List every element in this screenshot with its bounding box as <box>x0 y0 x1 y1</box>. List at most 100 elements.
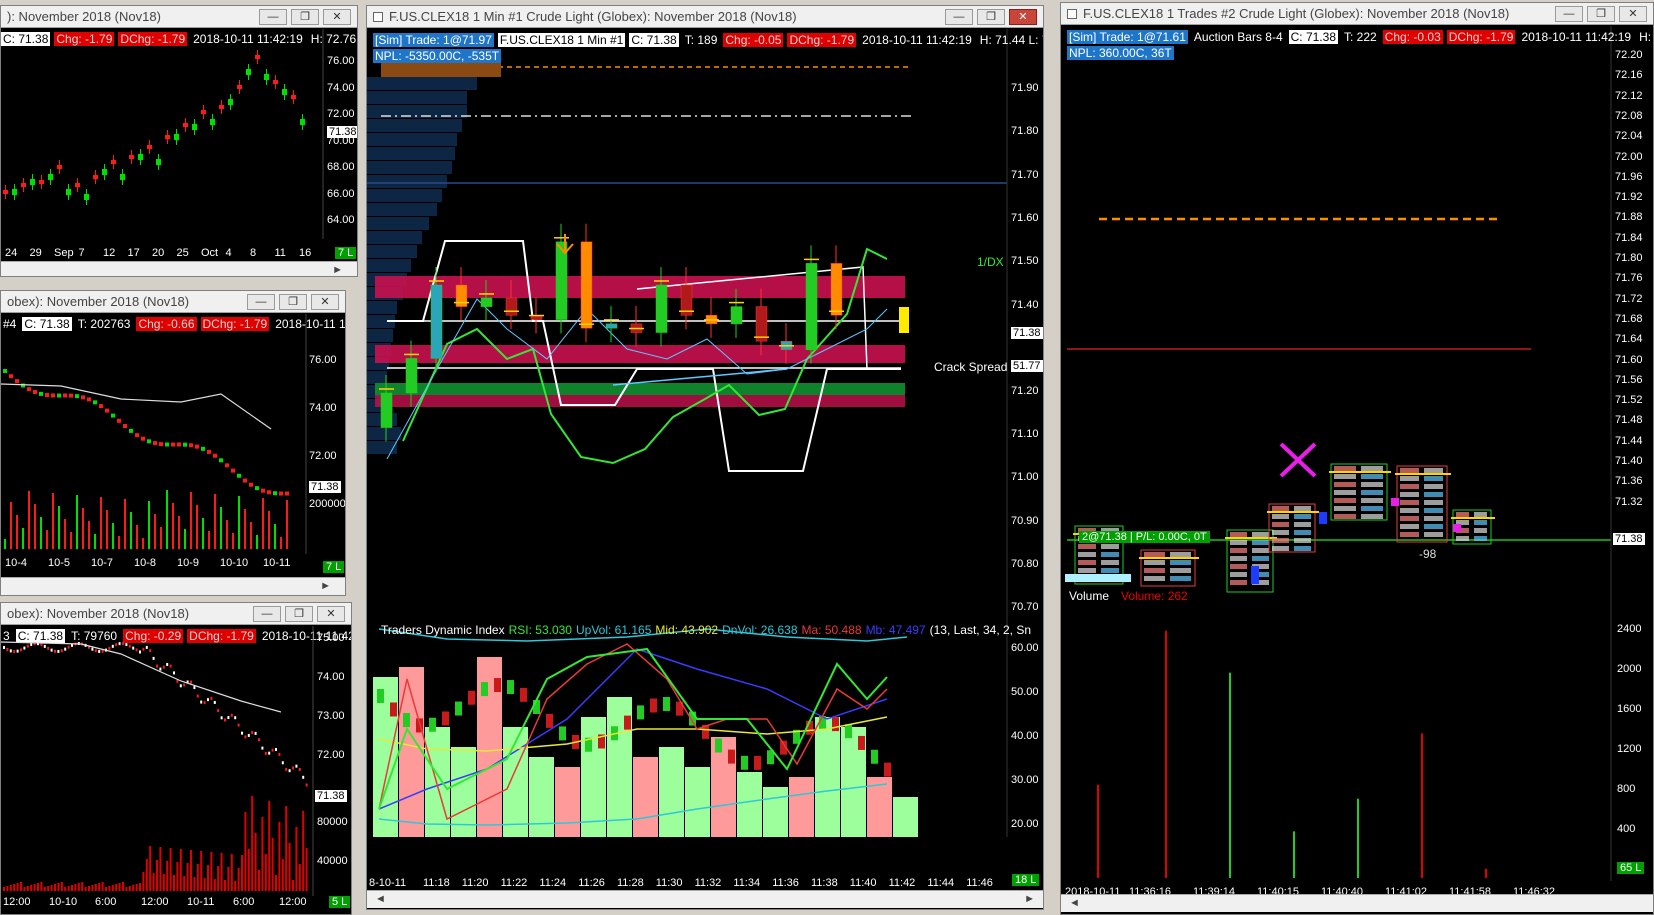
x-axis-tick: 10-5 <box>48 557 71 569</box>
close-button[interactable]: ✕ <box>323 8 351 25</box>
candle-body <box>275 748 277 752</box>
auction-bars-window[interactable]: F.US.CLEX18 1 Trades #2 Crude Light (Glo… <box>1060 2 1654 915</box>
auction-bars-chart-area[interactable]: [Sim] Trade: 1@71.61 Auction Bars 8-4 C:… <box>1061 26 1653 914</box>
daily-chart-window[interactable]: ): November 2018 (Nov18) — ❐ ✕ C: 71.38 … <box>0 5 358 277</box>
volume-bar <box>179 849 182 891</box>
footprint-cell <box>1230 556 1247 561</box>
tdi-histogram-bar <box>451 747 476 837</box>
one-minute-chart-area[interactable]: [Sim] Trade: 1@71.97 F.US.CLEX18 1 Min #… <box>367 29 1043 909</box>
close-button[interactable]: ✕ <box>1009 8 1037 25</box>
tdi-candle <box>546 713 553 728</box>
auction-bars-chart <box>1065 26 1612 881</box>
scroll-right-icon[interactable]: ► <box>320 580 331 592</box>
y-axis-tick: 80000 <box>317 816 348 828</box>
close-value: C: 71.38 <box>1288 30 1338 44</box>
candle-body <box>165 442 169 447</box>
dx-label: 1/DX <box>977 255 1004 269</box>
close-button[interactable]: ✕ <box>1619 5 1647 22</box>
tdi-histogram-bar <box>737 772 762 837</box>
position-label[interactable]: 2@71.38 | P/L: 0.00C, 0T <box>1079 531 1210 543</box>
candle-body <box>225 463 229 468</box>
daily-chart-titlebar[interactable]: ): November 2018 (Nov18) — ❐ ✕ <box>1 6 357 28</box>
tdi-title: Traders Dynamic Index <box>381 623 505 637</box>
one-minute-chart-titlebar[interactable]: F.US.CLEX18 1 Min #1 Crude Light (Globex… <box>367 6 1043 28</box>
volume-bar <box>251 796 254 891</box>
tdi-candle <box>845 724 852 739</box>
x-axis-tick: 11:46 <box>966 877 993 889</box>
candle-body <box>129 428 133 433</box>
horizontal-scrollbar[interactable]: ► <box>1 261 357 276</box>
scroll-right-icon[interactable]: ► <box>1024 893 1035 905</box>
volume-bar <box>178 516 180 549</box>
minimize-button[interactable]: — <box>945 8 973 25</box>
close-button[interactable]: ✕ <box>311 293 339 310</box>
hourly-chart-window[interactable]: obex): November 2018 (Nov18) — ❐ ✕ #4 C:… <box>0 290 346 596</box>
intraday-chart-window[interactable]: obex): November 2018 (Nov18) — ❐ ✕ 3 C: … <box>0 602 352 915</box>
candle-body <box>247 733 250 737</box>
volume-bar <box>40 517 42 549</box>
scroll-left-icon[interactable]: ◄ <box>1069 897 1080 909</box>
y-axis-tick: 71.56 <box>1615 373 1643 386</box>
window-title: F.US.CLEX18 1 Trades #2 Crude Light (Glo… <box>1083 6 1510 21</box>
horizontal-scrollbar[interactable]: ◄ ► <box>367 890 1043 908</box>
y-axis-tick: 71.44 <box>1615 434 1643 447</box>
tdi-histogram-bar <box>529 757 554 837</box>
footprint-cell <box>1361 466 1383 471</box>
footprint-cell <box>1474 520 1487 525</box>
minimize-button[interactable]: — <box>253 605 281 622</box>
badge: 7 L <box>323 561 345 573</box>
volume-bar <box>43 887 46 891</box>
volume-bar <box>275 875 277 891</box>
minimize-button[interactable]: — <box>259 8 287 25</box>
footprint-cell <box>1294 546 1311 551</box>
hourly-chart-titlebar[interactable]: obex): November 2018 (Nov18) — ❐ ✕ <box>1 291 345 313</box>
candle-body <box>302 775 305 779</box>
restore-button[interactable]: ❐ <box>291 8 319 25</box>
volume-bar <box>28 491 30 549</box>
volume-bar <box>213 879 216 891</box>
volume-bar <box>152 873 155 891</box>
horizontal-scrollbar[interactable]: ◄ <box>1061 894 1653 912</box>
restore-button[interactable]: ❐ <box>977 8 1005 25</box>
intraday-chart-area[interactable]: 3 C: 71.38 T: 79760 Chg: -0.29 DChg: -1.… <box>1 626 351 914</box>
volume-bar <box>196 864 199 891</box>
y-axis-tick: 70.90 <box>1011 514 1039 527</box>
candle-body <box>237 473 241 478</box>
candle-body <box>830 263 843 316</box>
close-button[interactable]: ✕ <box>317 605 345 622</box>
scroll-left-icon[interactable]: ◄ <box>375 893 386 905</box>
footprint-cell <box>1230 572 1247 577</box>
auction-bars-titlebar[interactable]: F.US.CLEX18 1 Trades #2 Crude Light (Glo… <box>1061 3 1653 25</box>
restore-button[interactable]: ❐ <box>279 293 307 310</box>
minimize-button[interactable]: — <box>247 293 275 310</box>
scroll-right-icon[interactable]: ► <box>332 264 343 276</box>
intraday-chart-titlebar[interactable]: obex): November 2018 (Nov18) — ❐ ✕ <box>1 603 351 625</box>
daily-chart-area[interactable]: C: 71.38 Chg: -1.79 DChg: -1.79 2018-10-… <box>1 29 357 276</box>
hourly-chart-area[interactable]: #4 C: 71.38 T: 202763 Chg: -0.66 DChg: -… <box>1 314 345 595</box>
footprint-cell <box>1474 528 1487 533</box>
tick-count: T: 222 <box>1344 30 1377 44</box>
volume-bar <box>128 886 131 891</box>
candle-body <box>132 646 135 650</box>
candle-body <box>228 99 233 105</box>
footprint-cell <box>1252 556 1269 561</box>
restore-button[interactable]: ❐ <box>1587 5 1615 22</box>
volume-bar <box>130 512 132 549</box>
horizontal-scrollbar[interactable]: ► <box>1 577 345 595</box>
y-axis-tick: 200000 <box>309 498 346 510</box>
candle-body <box>141 436 145 441</box>
candle-body <box>149 649 152 653</box>
volume-bar <box>82 508 84 549</box>
candle-body <box>162 665 165 669</box>
volume-bar <box>1229 672 1231 878</box>
restore-button[interactable]: ❐ <box>285 605 313 622</box>
x-axis-tick: 6:00 <box>233 896 255 908</box>
candle-body <box>295 764 298 768</box>
one-minute-chart-window[interactable]: F.US.CLEX18 1 Min #1 Crude Light (Globex… <box>366 5 1044 910</box>
candle-body <box>15 379 19 384</box>
x-axis-tick: 25 <box>176 247 189 259</box>
volume-bar <box>264 854 267 891</box>
candle-body <box>47 646 50 650</box>
volume-profile-bar <box>367 189 442 202</box>
minimize-button[interactable]: — <box>1555 5 1583 22</box>
